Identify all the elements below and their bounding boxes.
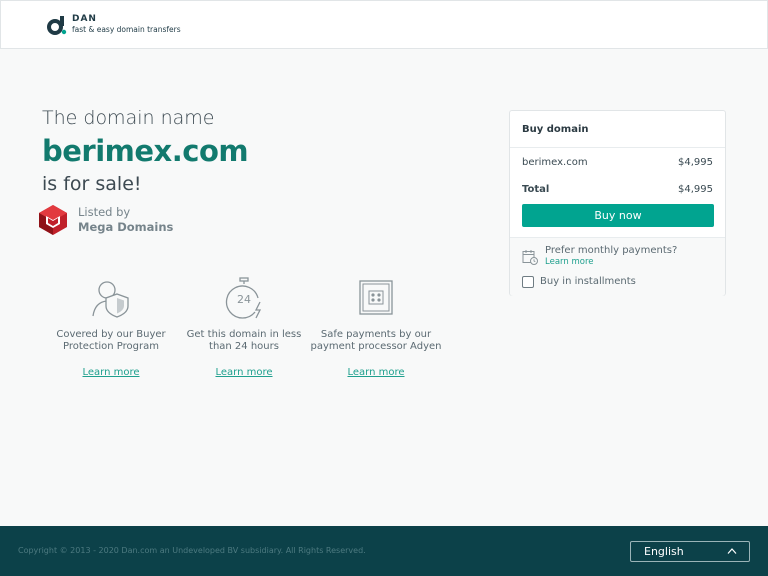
footer: Copyright © 2013 - 2020 Dan.com an Undev… [0,526,768,576]
feature-text: Covered by our Buyer Protection Program [56,329,166,352]
listed-by: Listed by Mega Domains [37,204,173,236]
monthly-learn-more-link[interactable]: Learn more [545,257,593,267]
header: DAN fast & easy domain transfers [0,0,768,49]
divider [510,147,725,148]
buy-now-button[interactable]: Buy now [522,204,714,227]
chevron-up-icon [727,548,737,554]
card-title: Buy domain [522,124,589,135]
listed-by-label: Listed by [78,205,131,219]
monthly-payments-section: Prefer monthly payments? Learn more Buy … [510,237,725,296]
total-label: Total [522,184,550,195]
language-selector[interactable]: English [630,541,750,562]
safe-icon [359,280,393,315]
hero: The domain name berimex.com is for sale! [42,106,249,196]
mega-domains-logo-icon [39,205,67,235]
brand-tagline: fast & easy domain transfers [72,25,181,34]
feature-text: Safe payments by our payment processor A… [310,329,442,352]
learn-more-link[interactable]: Learn more [347,367,404,378]
feature-buyer-protection: Covered by our Buyer Protection Program … [41,276,181,379]
monthly-payments-question: Prefer monthly payments? [545,245,678,256]
dan-logo-icon [47,15,67,35]
total-row: Total $4,995 [522,184,713,195]
domain-name: berimex.com [42,134,249,168]
stopwatch-24-icon: 24 [225,277,262,319]
hero-pre-text: The domain name [42,107,215,129]
hero-post-text: is for sale! [42,173,142,195]
shield-person-icon [92,281,129,318]
seller-name: Mega Domains [78,220,174,234]
language-label: English [644,545,684,558]
installments-checkbox[interactable] [522,276,534,288]
learn-more-link[interactable]: Learn more [215,367,272,378]
learn-more-link[interactable]: Learn more [82,367,139,378]
feature-safe-payments: Safe payments by our payment processor A… [306,276,446,379]
line-item-name: berimex.com [522,157,588,168]
feature-text: Get this domain in less than 24 hours [186,329,302,352]
dan-logo[interactable]: DAN fast & easy domain transfers [47,14,181,35]
line-item: berimex.com $4,995 [522,157,713,168]
line-item-price: $4,995 [678,157,713,168]
feature-fast-transfer: 24 Get this domain in less than 24 hours… [174,276,314,379]
svg-text:24: 24 [237,293,251,306]
installments-label[interactable]: Buy in installments [540,276,636,287]
total-price: $4,995 [678,184,713,195]
brand-name: DAN [72,14,97,24]
copyright-text: Copyright © 2013 - 2020 Dan.com an Undev… [18,546,366,555]
calendar-clock-icon [522,250,538,265]
buy-domain-card: Buy domain berimex.com $4,995 Total $4,9… [509,110,726,296]
